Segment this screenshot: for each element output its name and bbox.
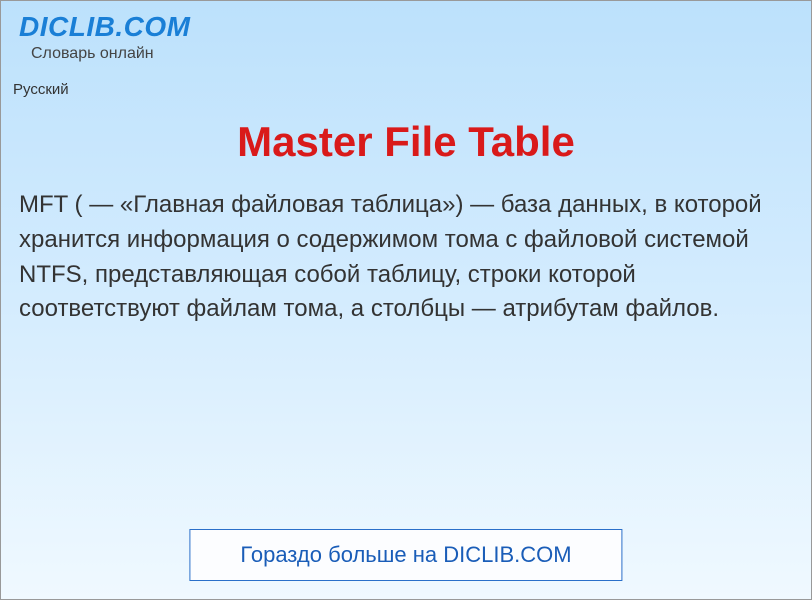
header: DICLIB.COM Словарь онлайн [1,1,811,67]
article-definition: MFT ( — «Главная файловая таблица») — ба… [1,188,811,327]
site-name[interactable]: DICLIB.COM [19,11,793,43]
tagline: Словарь онлайн [31,45,793,63]
more-button[interactable]: Гораздо больше на DICLIB.COM [189,529,622,581]
article-title: Master File Table [1,118,811,166]
language-label: Русский [13,81,811,98]
